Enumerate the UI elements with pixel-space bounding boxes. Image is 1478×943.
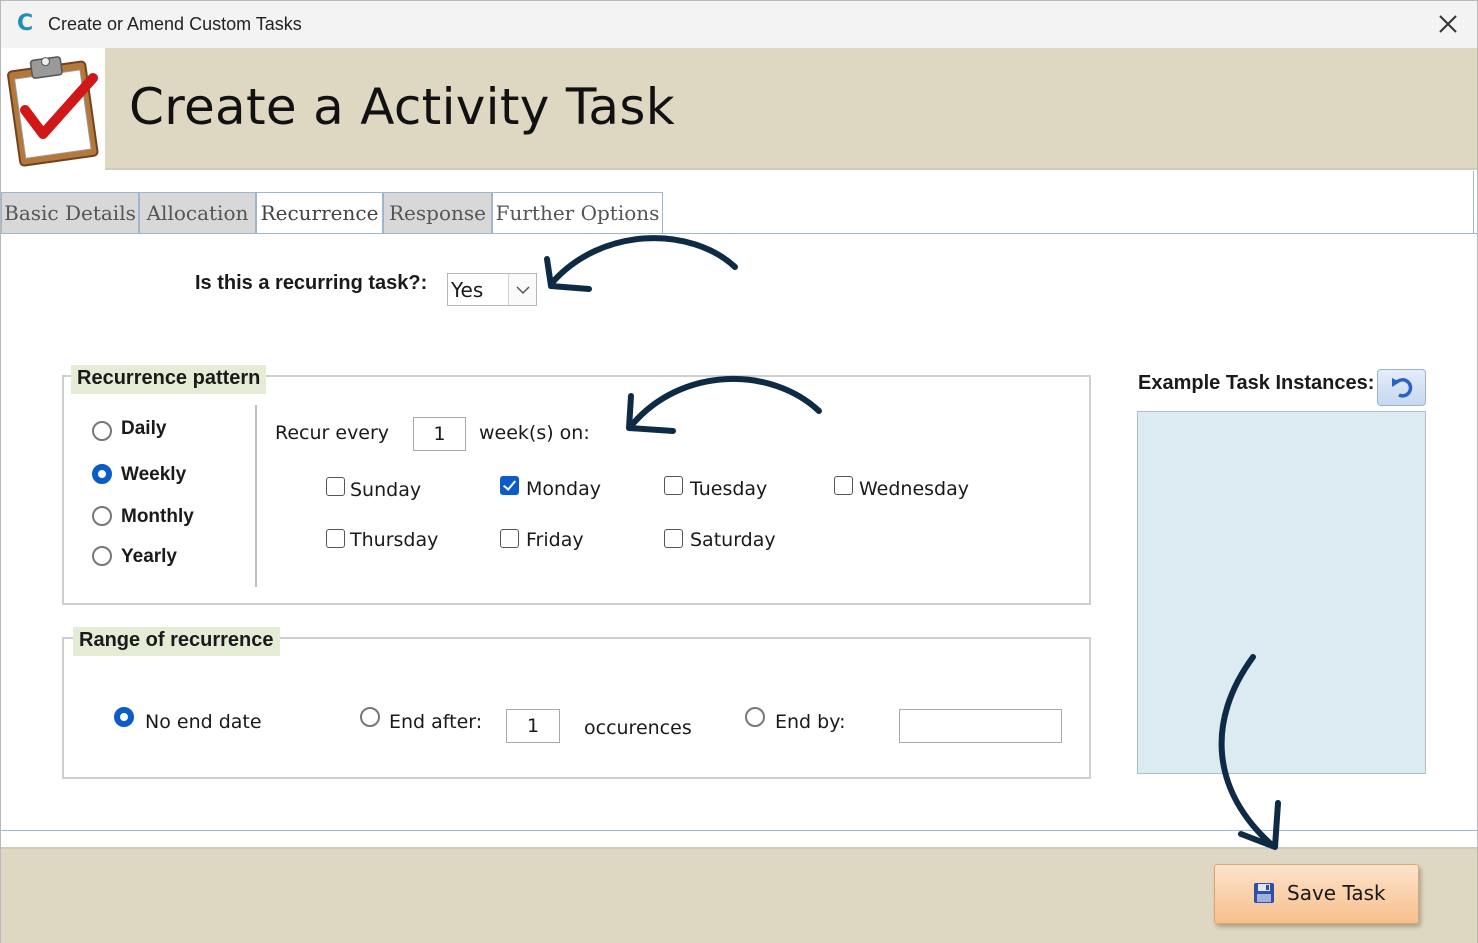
checkbox-sunday-label: Sunday <box>350 479 422 501</box>
checkbox-tuesday-label: Tuesday <box>690 478 768 500</box>
occurrences-label: occurences <box>584 717 692 739</box>
radio-no-end-date-label: No end date <box>145 711 262 733</box>
checkbox-tuesday[interactable] <box>664 476 683 495</box>
radio-weekly-label: Weekly <box>121 464 187 485</box>
page-title: Create a Activity Task <box>129 78 675 136</box>
example-task-instances-list[interactable] <box>1137 411 1426 774</box>
save-task-button[interactable]: Save Task <box>1214 864 1419 924</box>
tab-basic-details[interactable]: Basic Details <box>1 192 139 234</box>
tab-recurrence[interactable]: Recurrence <box>256 192 383 234</box>
radio-yearly[interactable] <box>92 546 112 566</box>
window-title: Create or Amend Custom Tasks <box>48 14 302 34</box>
radio-daily[interactable] <box>92 421 112 441</box>
app-logo-icon: C <box>17 11 34 36</box>
checkbox-thursday[interactable] <box>326 529 345 548</box>
checkbox-friday-label: Friday <box>526 529 584 551</box>
radio-end-after-label: End after: <box>389 711 483 733</box>
tab-allocation[interactable]: Allocation <box>139 192 256 234</box>
close-icon <box>1439 15 1457 33</box>
refresh-icon <box>1392 378 1413 398</box>
radio-no-end-date[interactable] <box>114 707 134 727</box>
close-button[interactable] <box>1433 9 1463 39</box>
checkbox-monday[interactable] <box>500 476 519 495</box>
title-bar: C Create or Amend Custom Tasks <box>1 1 1477 48</box>
radio-yearly-label: Yearly <box>121 546 177 567</box>
recurring-task-select[interactable]: Yes <box>447 273 537 306</box>
recurrence-pattern-legend: Recurrence pattern <box>71 365 267 394</box>
floppy-disk-icon <box>1254 883 1274 903</box>
tab-further-options[interactable]: Further Options <box>492 192 663 234</box>
example-task-instances-label: Example Task Instances: <box>1138 372 1375 394</box>
checkbox-sunday[interactable] <box>326 477 345 496</box>
end-by-date-input[interactable] <box>899 709 1062 743</box>
dropdown-button[interactable] <box>508 274 536 305</box>
refresh-examples-button[interactable] <box>1377 369 1426 406</box>
checkbox-wednesday[interactable] <box>834 476 853 495</box>
arrowhead-recurring <box>544 256 592 292</box>
checkbox-saturday[interactable] <box>664 529 683 548</box>
footer-divider <box>1 830 1477 831</box>
tab-underline <box>1 233 1477 234</box>
checkbox-wednesday-label: Wednesday <box>859 478 970 500</box>
checkbox-thursday-label: Thursday <box>350 529 439 551</box>
pattern-divider <box>255 405 257 587</box>
radio-end-by[interactable] <box>745 707 765 727</box>
checkbox-monday-label: Monday <box>526 478 602 500</box>
save-task-label: Save Task <box>1287 881 1386 905</box>
radio-end-by-label: End by: <box>775 711 846 733</box>
content-border <box>1473 171 1474 233</box>
tab-response[interactable]: Response <box>383 192 492 234</box>
radio-daily-label: Daily <box>121 418 167 439</box>
weeks-on-label: week(s) on: <box>479 422 590 444</box>
chevron-down-icon <box>516 286 530 295</box>
radio-end-after[interactable] <box>360 707 380 727</box>
checkbox-friday[interactable] <box>500 529 519 548</box>
clipboard-checkmark-icon <box>1 48 105 170</box>
radio-monthly-label: Monthly <box>121 506 194 527</box>
radio-weekly[interactable] <box>92 464 112 484</box>
radio-monthly[interactable] <box>92 506 112 526</box>
end-after-input[interactable]: 1 <box>506 709 560 743</box>
page-header: Create a Activity Task <box>1 48 1477 170</box>
range-of-recurrence-group <box>62 637 1091 779</box>
recurring-task-value: Yes <box>451 278 484 302</box>
arrowhead-save <box>1238 800 1281 850</box>
recur-every-label: Recur every <box>275 422 390 444</box>
recur-every-input[interactable]: 1 <box>413 417 466 451</box>
recurring-task-label: Is this a recurring task?: <box>195 272 428 294</box>
checkbox-saturday-label: Saturday <box>690 529 776 551</box>
task-dialog-window: C Create or Amend Custom Tasks Create a … <box>0 0 1478 943</box>
arrow-to-recurring-select <box>548 235 738 287</box>
range-of-recurrence-legend: Range of recurrence <box>73 627 280 656</box>
